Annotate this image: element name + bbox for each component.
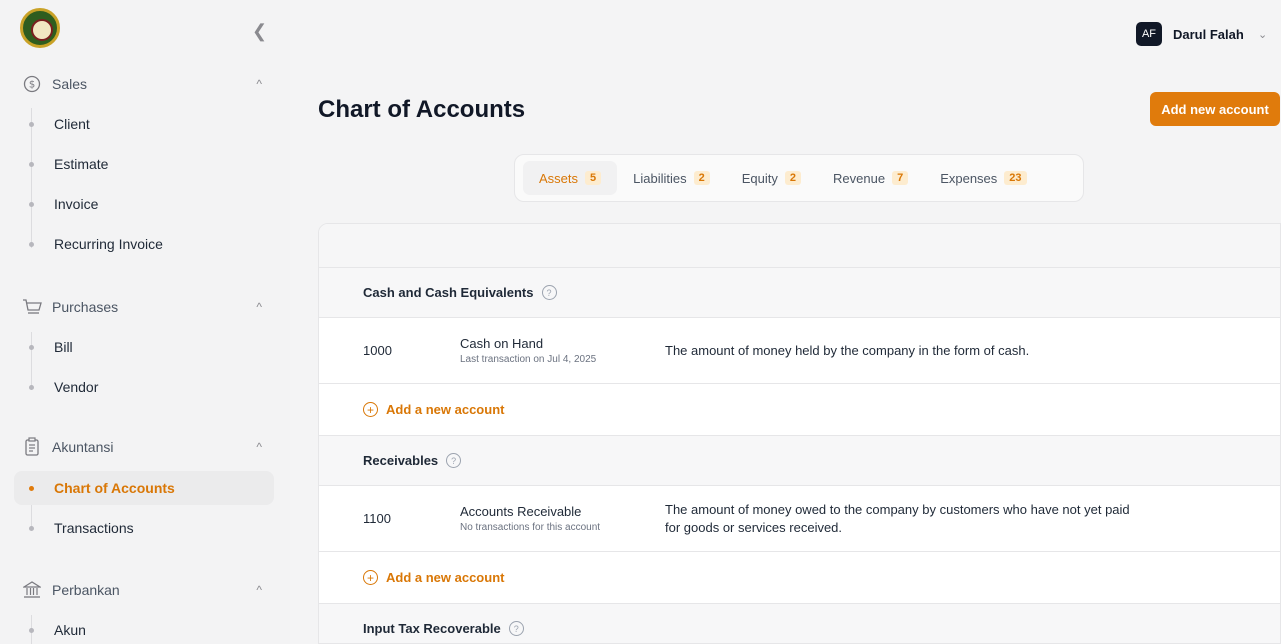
account-name-cell: Cash on Hand Last transaction on Jul 4, … (460, 336, 665, 365)
sidebar-item-label: Chart of Accounts (54, 480, 175, 496)
sidebar-group-label: Purchases (52, 299, 119, 315)
help-icon[interactable]: ? (541, 285, 557, 300)
tab-expenses[interactable]: Expenses 23 (924, 161, 1042, 195)
sidebar-group-sales[interactable]: $ Sales ^ (22, 74, 262, 94)
sidebar-item-akun[interactable]: Akun (14, 613, 274, 644)
ledger-icon (22, 437, 42, 457)
chevron-left-icon[interactable]: ❮ (252, 22, 267, 40)
bullet-icon (29, 627, 34, 633)
sidebar-group-perbankan[interactable]: Perbankan ^ (22, 580, 262, 600)
account-code: 1100 (363, 511, 391, 526)
chevron-down-icon[interactable]: ⌄ (1258, 28, 1267, 41)
sidebar-item-label: Vendor (54, 379, 99, 395)
account-name: Cash on Hand (460, 336, 544, 351)
bullet-icon (29, 121, 34, 127)
sidebar-item-transactions[interactable]: Transactions (14, 511, 274, 545)
tab-label: Equity (741, 170, 778, 186)
account-description: The amount of money owed to the company … (665, 501, 1130, 535)
chevron-up-icon[interactable]: ^ (256, 583, 262, 597)
tab-label: Revenue (833, 170, 886, 186)
sidebar-item-chart-of-accounts[interactable]: Chart of Accounts (14, 471, 274, 505)
sidebar-item-label: Invoice (54, 196, 99, 212)
cart-icon (22, 297, 42, 317)
sidebar-item-label: Estimate (54, 156, 109, 172)
sidebar: ❮ $ Sales ^ Client Estimate Invoice Recu… (0, 0, 290, 644)
add-account-link[interactable]: Add a new account (386, 570, 504, 585)
tab-count-badge: 5 (585, 171, 602, 185)
bullet-icon (29, 161, 34, 167)
account-last-transaction: Last transaction on Jul 4, 2025 (460, 354, 597, 365)
tab-label: Liabilities (633, 170, 687, 186)
sidebar-group-label: Perbankan (52, 582, 120, 598)
page-title: Chart of Accounts (318, 96, 526, 123)
bullet-icon (29, 384, 34, 390)
avatar[interactable]: AF (1136, 22, 1162, 46)
tab-label: Expenses (940, 170, 998, 186)
sidebar-group-label: Sales (52, 76, 88, 92)
category-header: Receivables ? (319, 436, 1280, 486)
help-icon[interactable]: ? (446, 453, 462, 468)
category-title: Cash and Cash Equivalents (363, 285, 534, 300)
sidebar-item-recurring-invoice[interactable]: Recurring Invoice (14, 227, 274, 261)
add-account-link[interactable]: Add a new account (386, 402, 504, 417)
category-title: Receivables (363, 453, 439, 468)
tab-count-badge: 7 (892, 171, 909, 185)
sidebar-group-purchases[interactable]: Purchases ^ (22, 297, 262, 317)
category-header: Cash and Cash Equivalents ? (319, 268, 1280, 318)
accounts-panel: Cash and Cash Equivalents ? 1000 Cash on… (318, 223, 1281, 644)
sidebar-group-akuntansi[interactable]: Akuntansi ^ (22, 437, 262, 457)
panel-header (319, 224, 1280, 268)
sidebar-item-label: Akun (54, 622, 86, 638)
sidebar-group-label: Akuntansi (52, 439, 114, 455)
svg-text:$: $ (29, 80, 35, 91)
sidebar-item-client[interactable]: Client (14, 107, 274, 141)
account-name: Accounts Receivable (460, 504, 582, 519)
sidebar-item-invoice[interactable]: Invoice (14, 187, 274, 221)
sidebar-item-estimate[interactable]: Estimate (14, 147, 274, 181)
sidebar-item-label: Client (54, 116, 90, 132)
bullet-icon (29, 485, 34, 491)
tab-revenue[interactable]: Revenue 7 (817, 161, 924, 195)
bank-icon (22, 580, 42, 600)
user-name[interactable]: Darul Falah (1173, 27, 1244, 42)
sidebar-item-vendor[interactable]: Vendor (14, 370, 274, 404)
plus-circle-icon: + (363, 402, 378, 417)
category-header: Input Tax Recoverable ? (319, 604, 1280, 643)
chevron-up-icon[interactable]: ^ (256, 440, 262, 454)
chevron-up-icon[interactable]: ^ (256, 300, 262, 314)
tab-count-badge: 2 (784, 171, 802, 185)
tab-equity[interactable]: Equity 2 (726, 161, 817, 195)
plus-circle-icon: + (363, 570, 378, 585)
tab-label: Assets (539, 170, 579, 186)
account-type-tabs: Assets 5 Liabilities 2 Equity 2 Revenue 7 Ex… (514, 154, 1084, 202)
bullet-icon (29, 344, 34, 350)
sidebar-item-label: Recurring Invoice (54, 236, 163, 252)
bullet-icon (29, 241, 34, 247)
add-new-account-button[interactable]: Add new account (1150, 92, 1280, 126)
tab-liabilities[interactable]: Liabilities 2 (617, 161, 726, 195)
tab-count-badge: 23 (1004, 171, 1027, 185)
dollar-circle-icon: $ (22, 74, 42, 94)
account-row[interactable]: 1000 Cash on Hand Last transaction on Ju… (319, 318, 1280, 384)
tab-count-badge: 2 (693, 171, 710, 185)
account-last-transaction: No transactions for this account (460, 522, 601, 533)
account-row[interactable]: 1100 Accounts Receivable No transactions… (319, 486, 1280, 552)
sidebar-item-label: Transactions (54, 520, 134, 536)
account-name-cell: Accounts Receivable No transactions for … (460, 504, 665, 533)
help-icon[interactable]: ? (508, 621, 524, 636)
bullet-icon (29, 525, 34, 531)
sidebar-item-bill[interactable]: Bill (14, 330, 274, 364)
company-logo[interactable] (20, 8, 60, 48)
category-title: Input Tax Recoverable (363, 621, 501, 636)
bullet-icon (29, 201, 34, 207)
tab-assets[interactable]: Assets 5 (523, 161, 618, 195)
account-code: 1000 (363, 343, 392, 358)
sidebar-item-label: Bill (54, 339, 73, 355)
account-description: The amount of money held by the company … (665, 342, 1030, 358)
add-account-row[interactable]: + Add a new account (319, 552, 1280, 604)
add-account-row[interactable]: + Add a new account (319, 384, 1280, 436)
chevron-up-icon[interactable]: ^ (256, 77, 262, 91)
